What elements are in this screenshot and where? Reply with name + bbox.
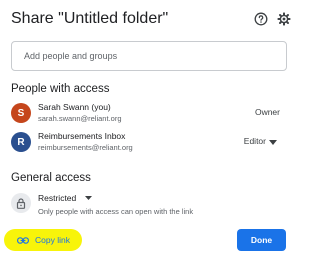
caret-down-icon[interactable] — [268, 137, 278, 147]
lock-icon — [11, 193, 31, 213]
copy-link-button[interactable]: Copy link — [4, 229, 82, 251]
general-access-dropdown[interactable]: Restricted — [38, 191, 93, 205]
gear-icon[interactable] — [276, 11, 292, 27]
person-row-editor: R Reimbursements Inbox reimbursements@re… — [0, 127, 300, 157]
add-people-input[interactable] — [11, 41, 287, 71]
avatar: R — [11, 132, 31, 152]
avatar: S — [11, 103, 31, 123]
copy-link-label: Copy link — [35, 235, 70, 245]
access-level-label: Restricted — [38, 193, 77, 203]
help-circle-icon[interactable] — [253, 11, 269, 27]
link-icon — [17, 236, 29, 244]
person-row-owner: S Sarah Swann (you) sarah.swann@reliant.… — [0, 98, 300, 128]
access-description: Only people with access can open with th… — [38, 207, 194, 216]
done-button[interactable]: Done — [237, 229, 286, 251]
person-name: Reimbursements Inbox — [38, 131, 126, 141]
caret-down-icon — [85, 194, 93, 202]
role-label: Owner — [254, 107, 280, 117]
person-email: sarah.swann@reliant.org — [38, 114, 122, 123]
dialog-title: Share "Untitled folder" — [11, 10, 169, 27]
share-dialog: Share "Untitled folder" People with ac — [0, 0, 300, 260]
role-dropdown[interactable]: Editor — [244, 136, 266, 146]
person-name: Sarah Swann (you) — [38, 102, 111, 112]
person-email: reimbursements@reliant.org — [38, 143, 133, 152]
people-with-access-heading: People with access — [11, 83, 110, 95]
general-access-heading: General access — [11, 172, 91, 184]
